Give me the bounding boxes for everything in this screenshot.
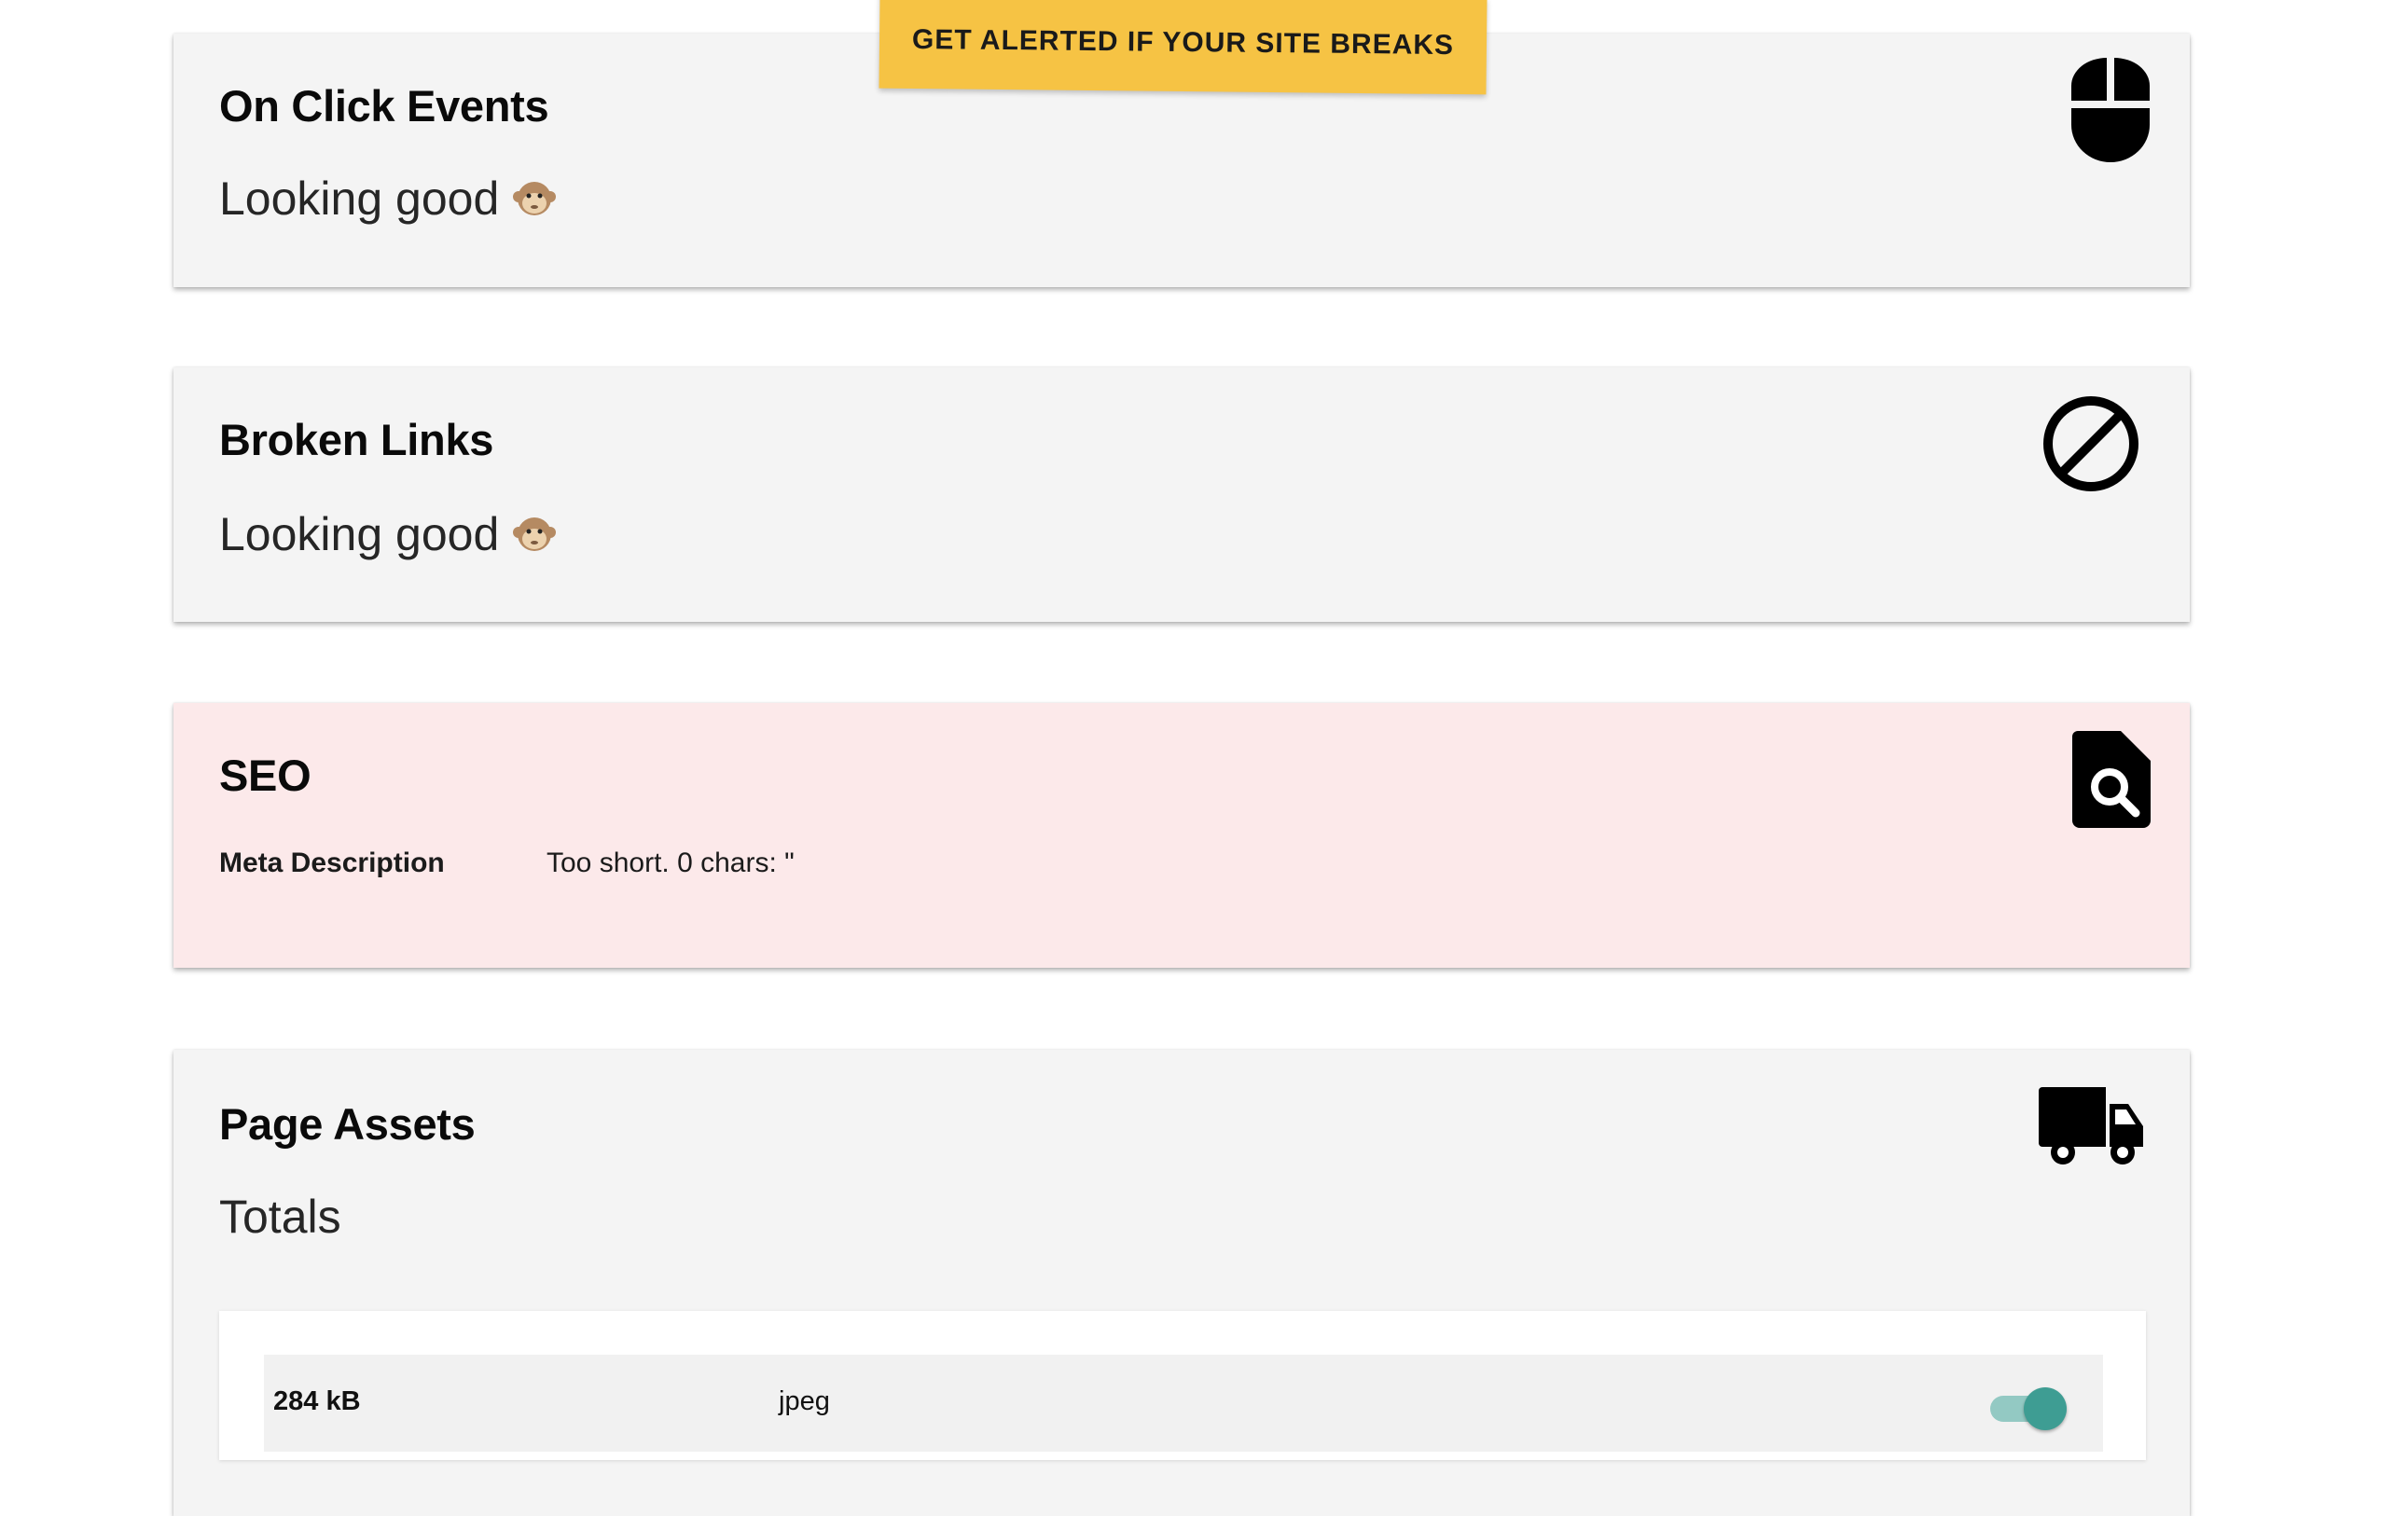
card-title: SEO bbox=[219, 751, 311, 800]
truck-icon bbox=[2039, 1087, 2145, 1172]
card-title: On Click Events bbox=[219, 81, 549, 131]
assets-table: 284 kB jpeg bbox=[219, 1311, 2146, 1460]
broken-links-card: Broken Links Looking good bbox=[173, 367, 2190, 622]
card-status: Looking good bbox=[219, 172, 557, 226]
status-text: Looking good bbox=[219, 508, 500, 560]
find-in-page-icon bbox=[2072, 731, 2151, 833]
totals-heading: Totals bbox=[219, 1191, 341, 1243]
card-title: Broken Links bbox=[219, 415, 494, 464]
asset-type: jpeg bbox=[779, 1386, 830, 1416]
monkey-face-icon bbox=[512, 176, 557, 221]
mouse-icon bbox=[2071, 58, 2150, 167]
monkey-face-icon bbox=[512, 512, 557, 557]
asset-toggle[interactable] bbox=[1986, 1387, 2067, 1430]
get-alerted-button[interactable]: GET ALERTED IF YOUR SITE BREAKS bbox=[879, 0, 1488, 95]
block-icon bbox=[2042, 395, 2139, 497]
table-row: 284 kB jpeg bbox=[264, 1355, 2103, 1452]
card-title: Page Assets bbox=[219, 1099, 476, 1149]
seo-card: SEO Meta Description Too short. 0 chars:… bbox=[173, 703, 2190, 968]
page-assets-card: Page Assets Totals 284 kB jpeg bbox=[173, 1050, 2190, 1516]
status-text: Looking good bbox=[219, 172, 500, 225]
toggle-knob bbox=[2024, 1387, 2067, 1430]
card-status: Looking good bbox=[219, 507, 557, 561]
meta-description-label: Meta Description bbox=[219, 848, 445, 878]
asset-size: 284 kB bbox=[273, 1386, 361, 1416]
meta-description-value: Too short. 0 chars: " bbox=[547, 848, 795, 878]
